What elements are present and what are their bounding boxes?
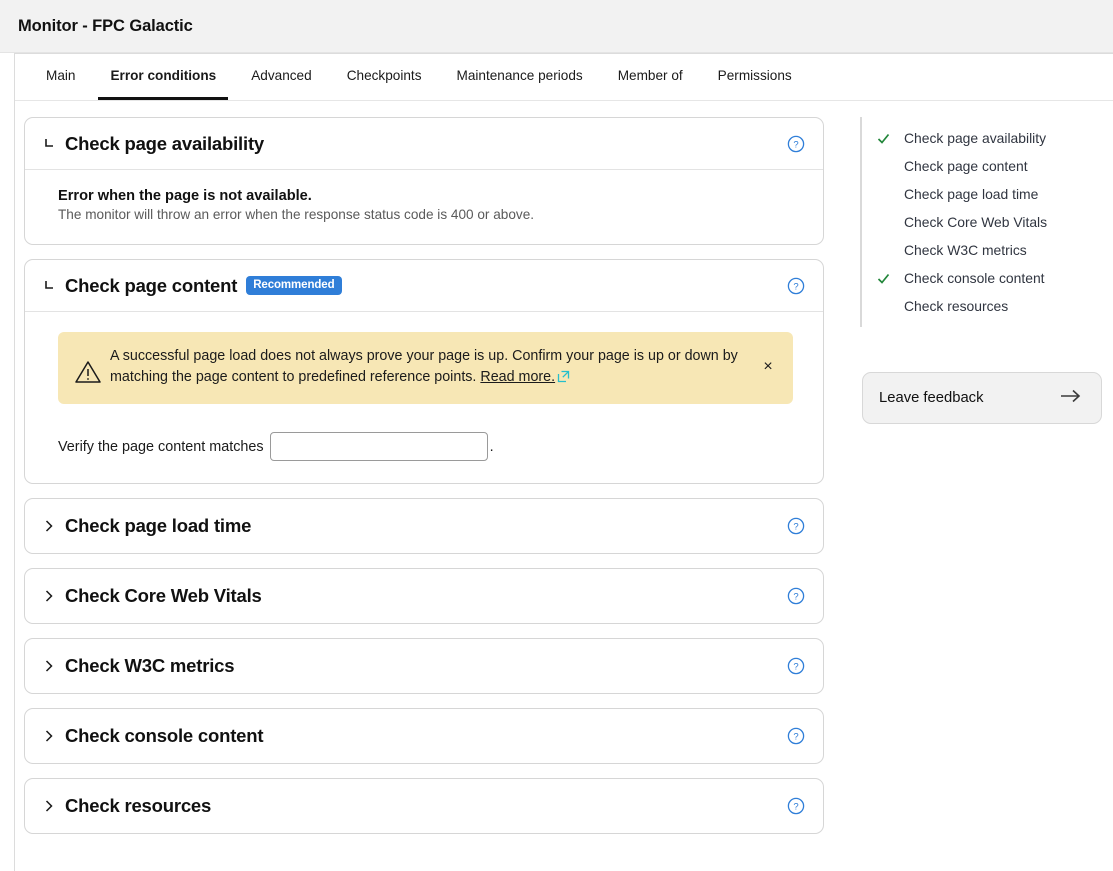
svg-text:?: ? — [793, 662, 798, 673]
tab-bar: Main Error conditions Advanced Checkpoin… — [15, 54, 1113, 101]
sidebar-item-check-w3c-metrics[interactable]: Check W3C metrics — [862, 236, 1095, 264]
svg-text:?: ? — [793, 592, 798, 603]
card-title: Check page content — [65, 274, 238, 296]
card-header-check-resources[interactable]: Check resources ? — [25, 779, 823, 833]
sidebar-item-label: Check page content — [904, 158, 1028, 174]
help-circle-icon[interactable]: ? — [787, 587, 805, 605]
tab-main[interactable]: Main — [34, 54, 87, 100]
sidebar-item-check-page-load-time[interactable]: Check page load time — [862, 180, 1095, 208]
verify-label: Verify the page content matches — [58, 438, 264, 455]
check-icon — [872, 271, 894, 286]
availability-headline: Error when the page is not available. — [58, 188, 312, 204]
card-body-check-page-content: A successful page load does not always p… — [25, 312, 823, 483]
chevron-right-icon[interactable] — [39, 796, 59, 816]
tab-error-conditions[interactable]: Error conditions — [98, 54, 229, 100]
content-panel: Main Error conditions Advanced Checkpoin… — [14, 53, 1113, 871]
sidebar-item-check-page-availability[interactable]: Check page availability — [862, 124, 1095, 152]
help-circle-icon[interactable]: ? — [787, 727, 805, 745]
card-title: Check console content — [65, 725, 264, 746]
tab-checkpoints[interactable]: Checkpoints — [335, 54, 434, 100]
availability-description: The monitor will throw an error when the… — [58, 207, 535, 222]
card-title: Check page load time — [65, 515, 252, 536]
card-header-check-page-load-time[interactable]: Check page load time ? — [25, 499, 823, 553]
chevron-right-icon[interactable] — [39, 656, 59, 676]
help-circle-icon[interactable]: ? — [787, 517, 805, 535]
card-body-check-page-availability: Error when the page is not available. Th… — [25, 170, 823, 244]
sidebar-item-label: Check resources — [904, 298, 1009, 314]
warning-message: A successful page load does not always p… — [110, 348, 738, 385]
section-nav-list: Check page availability Check page conte… — [860, 117, 1095, 327]
card-check-resources: Check resources ? — [24, 778, 824, 834]
error-conditions-list: Check page availability ? Error when the… — [15, 117, 845, 871]
help-circle-icon[interactable]: ? — [787, 797, 805, 815]
svg-text:?: ? — [793, 522, 798, 533]
leave-feedback-button[interactable]: Leave feedback — [862, 372, 1102, 424]
help-circle-icon[interactable]: ? — [787, 135, 805, 153]
card-title: Check Core Web Vitals — [65, 585, 262, 606]
sidebar-item-label: Check page load time — [904, 186, 1039, 202]
card-title: Check resources — [65, 795, 212, 816]
sidebar-item-check-console-content[interactable]: Check console content — [862, 264, 1095, 292]
status-badge-recommended: Recommended — [246, 276, 342, 295]
tab-member-of[interactable]: Member of — [606, 54, 695, 100]
warning-triangle-icon — [74, 359, 102, 390]
verify-content-input[interactable] — [269, 432, 488, 461]
tab-permissions[interactable]: Permissions — [706, 54, 804, 100]
card-title: Check page availability — [65, 132, 264, 154]
card-check-console-content: Check console content ? — [24, 708, 824, 764]
card-header-check-page-content[interactable]: Check page content Recommended ? — [25, 260, 823, 312]
sidebar-item-label: Check Core Web Vitals — [904, 214, 1048, 230]
chevron-collapse-icon[interactable] — [39, 134, 59, 154]
app-header: Monitor - FPC Galactic — [0, 0, 1113, 53]
page-title: Monitor - FPC Galactic — [18, 16, 193, 35]
check-icon — [872, 131, 894, 146]
warning-text: A successful page load does not always p… — [110, 346, 757, 390]
tab-advanced[interactable]: Advanced — [239, 54, 323, 100]
sidebar-item-label: Check page availability — [904, 130, 1047, 146]
help-circle-icon[interactable]: ? — [787, 277, 805, 295]
sidebar-item-check-resources[interactable]: Check resources — [862, 292, 1095, 320]
card-check-w3c-metrics: Check W3C metrics ? — [24, 638, 824, 694]
card-check-page-content: Check page content Recommended ? A succe… — [24, 259, 824, 484]
sidebar-item-label: Check W3C metrics — [904, 242, 1027, 258]
svg-text:?: ? — [793, 281, 798, 292]
svg-text:?: ? — [793, 139, 798, 150]
sidebar-item-label: Check console content — [904, 270, 1045, 286]
card-header-check-page-availability[interactable]: Check page availability ? — [25, 118, 823, 170]
tab-maintenance-periods[interactable]: Maintenance periods — [445, 54, 595, 100]
card-header-check-core-web-vitals[interactable]: Check Core Web Vitals ? — [25, 569, 823, 623]
body-wrapper: Check page availability ? Error when the… — [15, 101, 1113, 871]
sidebar-item-check-page-content[interactable]: Check page content — [862, 152, 1095, 180]
card-check-page-availability: Check page availability ? Error when the… — [24, 117, 824, 245]
verify-content-row: Verify the page content matches . — [58, 432, 798, 461]
read-more-link[interactable]: Read more. — [480, 369, 555, 385]
help-circle-icon[interactable]: ? — [787, 657, 805, 675]
sidebar-item-check-core-web-vitals[interactable]: Check Core Web Vitals — [862, 208, 1095, 236]
chevron-collapse-icon[interactable] — [39, 276, 59, 296]
svg-text:?: ? — [793, 802, 798, 813]
chevron-right-icon[interactable] — [39, 726, 59, 746]
close-icon[interactable]: × — [757, 359, 779, 375]
warning-banner: A successful page load does not always p… — [58, 332, 793, 404]
card-check-page-load-time: Check page load time ? — [24, 498, 824, 554]
arrow-right-icon — [1059, 387, 1083, 409]
card-check-core-web-vitals: Check Core Web Vitals ? — [24, 568, 824, 624]
svg-text:?: ? — [793, 732, 798, 743]
chevron-right-icon[interactable] — [39, 516, 59, 536]
leave-feedback-label: Leave feedback — [879, 390, 984, 406]
card-header-check-console-content[interactable]: Check console content ? — [25, 709, 823, 763]
external-link-icon[interactable] — [557, 369, 570, 390]
chevron-right-icon[interactable] — [39, 586, 59, 606]
card-header-check-w3c-metrics[interactable]: Check W3C metrics ? — [25, 639, 823, 693]
right-sidebar: Check page availability Check page conte… — [845, 117, 1113, 871]
verify-suffix: . — [489, 438, 494, 455]
card-title: Check W3C metrics — [65, 655, 235, 676]
